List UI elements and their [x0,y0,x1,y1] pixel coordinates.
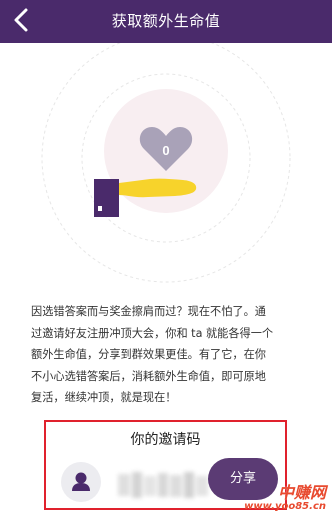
description-line: 不小心选错答案后，消耗额外生命值，即可原地 [31,369,266,383]
hero-illustration: 0 [0,33,332,283]
watermark-bottom: www.yoo85.cn [244,501,326,512]
avatar [61,462,101,502]
description-line: 过邀请好友注册冲顶大会，你和 ta 就能各得一个 [31,326,274,340]
description-text: 因选错答案而与奖金擦肩而过？现在不怕了。通 过邀请好友注册冲顶大会，你和 ta … [31,301,301,409]
watermark-top: 中赚网 [277,483,326,502]
user-icon [72,472,90,491]
header-bar: 获取额外生命值 [0,0,332,43]
description-line: 因选错答案而与奖金擦肩而过？现在不怕了。通 [31,305,266,318]
invite-code-blurred [118,470,210,502]
description-line: 复活，继续冲顶，就是现在！ [31,391,177,404]
page-title: 获取额外生命值 [111,12,221,30]
description-line: 额外生命值，分享到群效果更佳。有了它，在你 [31,348,266,361]
life-count: 0 [162,143,169,158]
site-watermark: 中赚网 www.yoo85.cn [244,479,326,512]
invite-title: 你的邀请码 [130,432,201,448]
